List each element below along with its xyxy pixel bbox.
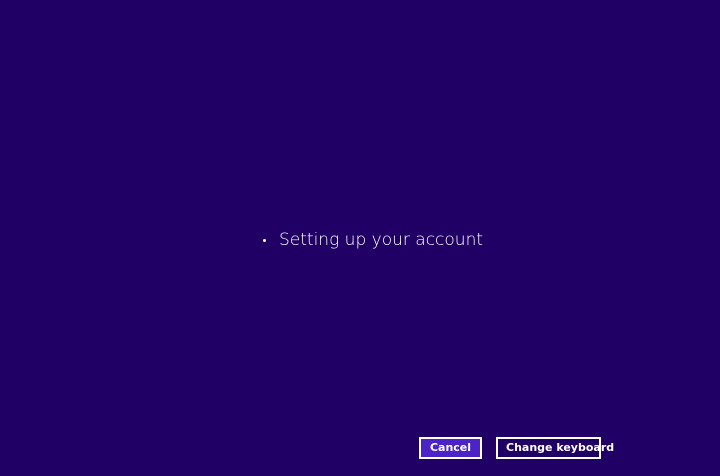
- cancel-button[interactable]: Cancel: [419, 437, 482, 459]
- setup-status: Setting up your account: [263, 228, 483, 252]
- progress-spinner-icon: [263, 239, 266, 242]
- status-text: Setting up your account: [279, 230, 484, 250]
- setup-screen: Setting up your account Cancel Change ke…: [0, 0, 720, 476]
- change-keyboard-button[interactable]: Change keyboard: [496, 437, 614, 459]
